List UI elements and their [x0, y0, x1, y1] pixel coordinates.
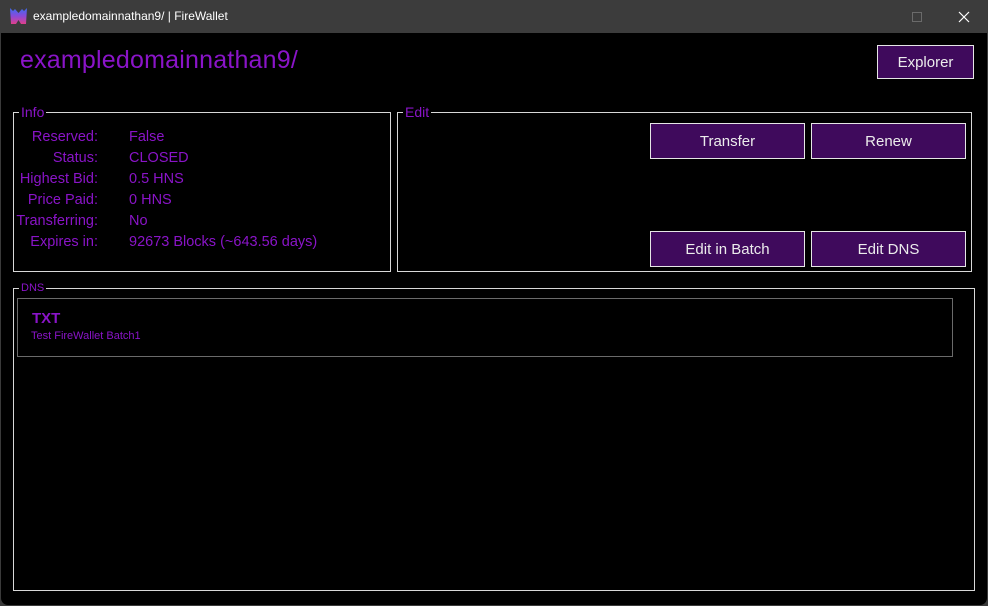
domain-title: exampledomainnathan9/ — [20, 46, 299, 74]
dns-record[interactable]: TXT Test FireWallet Batch1 — [17, 298, 953, 357]
info-value: 0 HNS — [129, 192, 172, 208]
title-bar[interactable]: exampledomainnathan9/ | FireWallet — [0, 0, 988, 33]
edit-group: Edit Transfer Renew Edit in Batch Edit D… — [397, 104, 972, 272]
edit-group-label: Edit — [403, 104, 432, 120]
info-label: Price Paid: — [27, 192, 98, 208]
dns-group-label: DNS — [19, 282, 47, 295]
renew-button[interactable]: Renew — [811, 123, 966, 159]
dns-record-type: TXT — [32, 310, 61, 327]
info-label: Expires in: — [30, 234, 98, 250]
minimize-icon — [866, 16, 876, 17]
edit-in-batch-button[interactable]: Edit in Batch — [650, 231, 805, 267]
info-group: Info Reserved: False Status: CLOSED High… — [13, 104, 391, 272]
dns-group: DNS TXT Test FireWallet Batch1 — [13, 282, 975, 591]
info-value: No — [129, 213, 148, 229]
close-icon — [958, 11, 970, 22]
info-group-label: Info — [19, 104, 47, 120]
info-row-status: Status: CLOSED — [14, 150, 374, 171]
maximize-icon — [912, 11, 922, 22]
info-label: Highest Bid: — [19, 171, 98, 187]
dns-record-value: Test FireWallet Batch1 — [31, 330, 141, 342]
info-row-transferring: Transferring: No — [14, 213, 374, 234]
edit-dns-button[interactable]: Edit DNS — [811, 231, 966, 267]
info-label: Status: — [52, 150, 98, 166]
info-value: 92673 Blocks (~643.56 days) — [129, 234, 318, 250]
info-value: 0.5 HNS — [129, 171, 184, 187]
info-label: Reserved: — [31, 129, 98, 145]
info-row-highest-bid: Highest Bid: 0.5 HNS — [14, 171, 374, 192]
minimize-button[interactable] — [848, 0, 894, 33]
window-title: exampledomainnathan9/ | FireWallet — [33, 9, 228, 23]
close-button[interactable] — [941, 0, 987, 33]
info-row-expires: Expires in: 92673 Blocks (~643.56 days) — [14, 234, 374, 255]
info-value: False — [129, 129, 165, 145]
maximize-button[interactable] — [894, 0, 940, 33]
firewallet-logo-icon — [10, 8, 27, 24]
info-row-reserved: Reserved: False — [14, 129, 374, 150]
explorer-button[interactable]: Explorer — [877, 45, 974, 79]
info-label: Transferring: — [16, 213, 98, 229]
transfer-button[interactable]: Transfer — [650, 123, 805, 159]
info-value: CLOSED — [129, 150, 189, 166]
main-window: exampledomainnathan9/ Explorer Info Rese… — [1, 33, 987, 605]
info-row-price-paid: Price Paid: 0 HNS — [14, 192, 374, 213]
